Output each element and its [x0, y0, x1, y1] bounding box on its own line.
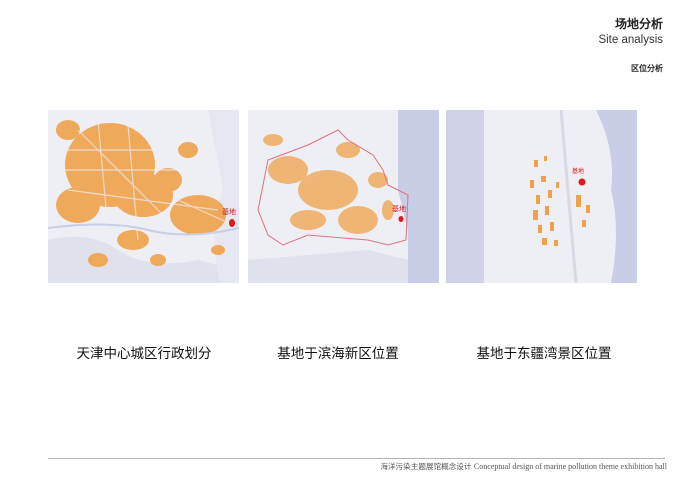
map-binhai-new-area: 基地	[248, 110, 439, 283]
site-label: 基地	[572, 167, 584, 175]
map-dongjiang-image: 基地	[446, 110, 637, 283]
footer-divider	[48, 458, 665, 459]
section-subtitle: 区位分析	[631, 64, 663, 73]
footer-cn: 海洋污染主题展馆概念设计	[380, 462, 472, 471]
map-tianjin-central-image: 基地	[48, 110, 239, 283]
map-dongjiang-bay: 基地	[446, 110, 637, 283]
header: 场地分析 Site analysis	[598, 16, 663, 48]
map-tianjin-central: 基地	[48, 110, 239, 283]
footer: 海洋污染主题展馆概念设计 Conceptual design of marine…	[380, 461, 667, 472]
site-label: 基地	[222, 207, 236, 216]
site-label: 基地	[392, 204, 406, 213]
map-caption: 基地于滨海新区位置	[277, 346, 399, 362]
site-marker-icon	[578, 178, 586, 186]
map-binhai-image: 基地	[248, 110, 439, 283]
footer-en: Conceptual design of marine pollution th…	[473, 462, 667, 471]
page-title-en: Site analysis	[598, 34, 663, 46]
page-title: 场地分析	[614, 17, 663, 31]
site-marker-icon	[398, 216, 404, 222]
map-caption: 基地于东疆湾景区位置	[476, 346, 612, 362]
site-marker-icon	[229, 219, 235, 227]
